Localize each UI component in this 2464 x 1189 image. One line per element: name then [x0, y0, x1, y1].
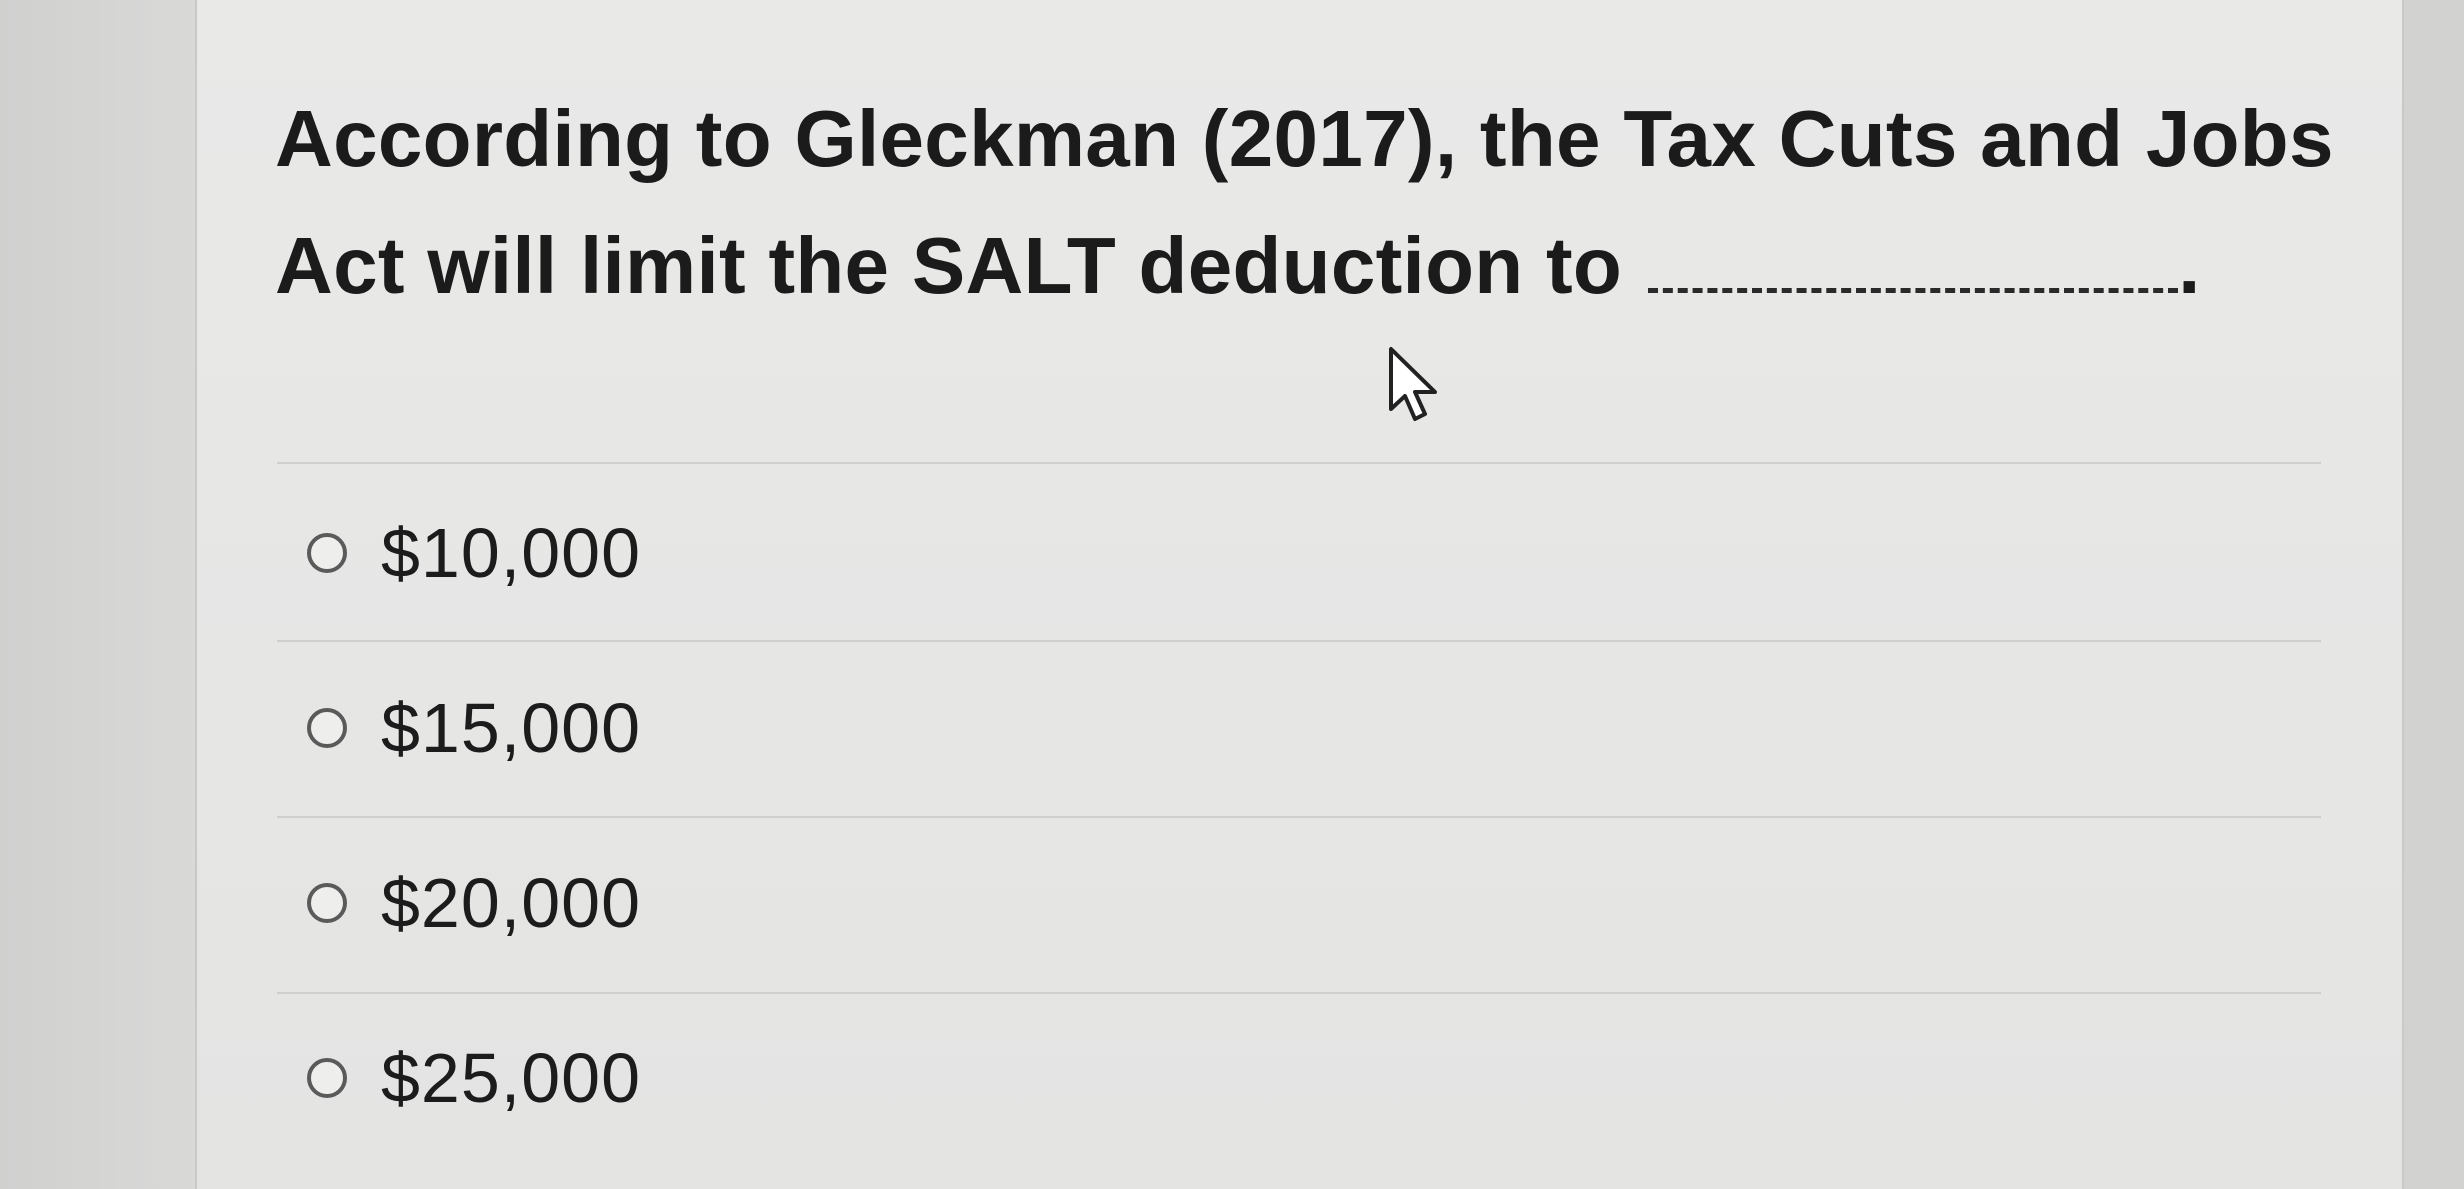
radio-unchecked-icon[interactable] [307, 533, 347, 573]
option-20000[interactable]: $20,000 [307, 858, 641, 948]
question-period: . [2178, 221, 2201, 310]
mouse-pointer-icon [1389, 347, 1437, 421]
radio-unchecked-icon[interactable] [307, 883, 347, 923]
divider [277, 462, 2321, 464]
option-label[interactable]: $15,000 [381, 688, 641, 768]
divider [277, 992, 2321, 994]
option-10000[interactable]: $10,000 [307, 508, 641, 598]
question-prompt: According to Gleckman (2017), the Tax Cu… [275, 94, 2334, 310]
radio-unchecked-icon[interactable] [307, 708, 347, 748]
question-text: According to Gleckman (2017), the Tax Cu… [275, 75, 2335, 329]
left-background [0, 0, 195, 1189]
option-15000[interactable]: $15,000 [307, 683, 641, 773]
divider [277, 816, 2321, 818]
option-label[interactable]: $10,000 [381, 513, 641, 593]
option-label[interactable]: $20,000 [381, 863, 641, 943]
radio-unchecked-icon[interactable] [307, 1058, 347, 1098]
right-background [2404, 0, 2464, 1189]
option-label[interactable]: $25,000 [381, 1038, 641, 1118]
option-25000[interactable]: $25,000 [307, 1033, 641, 1123]
answer-blank [1648, 288, 2179, 293]
question-card: According to Gleckman (2017), the Tax Cu… [195, 0, 2404, 1189]
divider [277, 640, 2321, 642]
